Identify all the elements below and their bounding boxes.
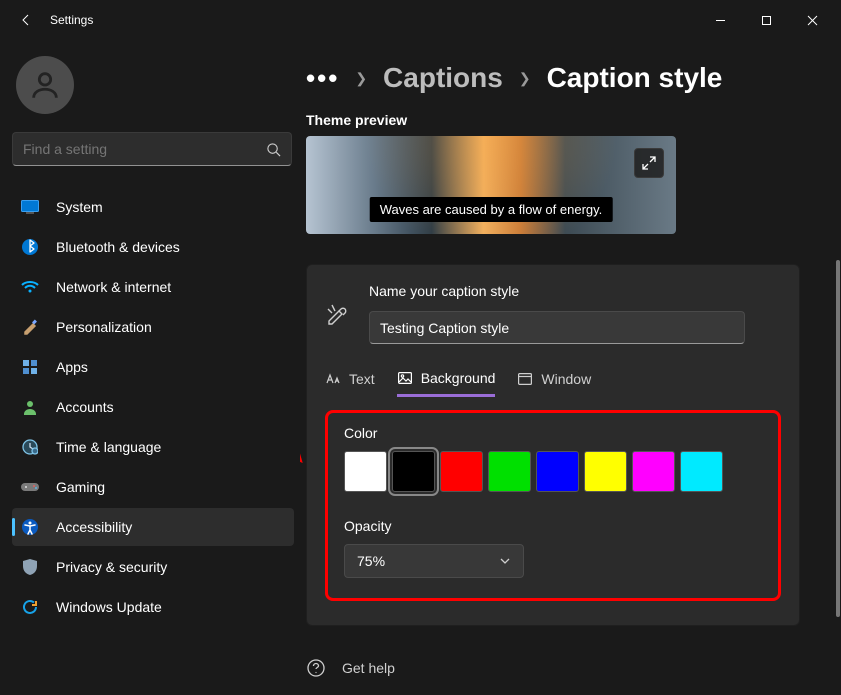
- opacity-select[interactable]: 75%: [344, 544, 524, 578]
- shield-icon: [20, 557, 40, 577]
- sidebar-item-gaming[interactable]: Gaming: [12, 468, 294, 506]
- search-box[interactable]: [12, 132, 292, 166]
- sidebar-item-label: Accounts: [56, 399, 114, 415]
- expand-icon: [642, 156, 656, 170]
- scrollbar[interactable]: [835, 260, 841, 685]
- breadcrumb-current: Caption style: [547, 62, 723, 94]
- background-settings-highlight: Color Opacity 75%: [325, 410, 781, 601]
- color-swatch-2[interactable]: [440, 451, 483, 492]
- back-button[interactable]: [6, 0, 46, 40]
- search-icon: [266, 142, 281, 157]
- sidebar-item-label: Accessibility: [56, 519, 132, 535]
- sidebar-item-label: Bluetooth & devices: [56, 239, 180, 255]
- caption-preview-text: Waves are caused by a flow of energy.: [370, 197, 613, 222]
- color-swatch-4[interactable]: [536, 451, 579, 492]
- user-avatar[interactable]: [16, 56, 74, 114]
- theme-preview: Waves are caused by a flow of energy.: [306, 136, 676, 234]
- sidebar-item-accessibility[interactable]: Accessibility: [12, 508, 294, 546]
- tab-background[interactable]: Background: [397, 370, 496, 397]
- breadcrumb-ellipsis[interactable]: •••: [306, 63, 339, 94]
- maximize-icon: [761, 15, 772, 26]
- person-icon: [20, 397, 40, 417]
- chevron-down-icon: [499, 555, 511, 567]
- sidebar-item-label: Network & internet: [56, 279, 171, 295]
- style-name-label: Name your caption style: [369, 283, 781, 299]
- close-icon: [807, 15, 818, 26]
- paint-swatch-icon: [325, 303, 349, 327]
- chevron-right-icon: ❯: [519, 70, 531, 87]
- tab-label: Window: [541, 371, 591, 387]
- sidebar-item-label: Gaming: [56, 479, 105, 495]
- style-name-input[interactable]: [369, 311, 745, 344]
- color-swatch-1[interactable]: [392, 451, 435, 492]
- bluetooth-icon: [20, 237, 40, 257]
- person-icon: [28, 68, 62, 102]
- opacity-value: 75%: [357, 553, 385, 569]
- sidebar-item-apps[interactable]: Apps: [12, 348, 294, 386]
- search-input[interactable]: [23, 141, 266, 157]
- tab-text[interactable]: Text: [325, 370, 375, 396]
- arrow-left-icon: [18, 12, 34, 28]
- clock-icon: [20, 437, 40, 457]
- text-icon: [325, 371, 341, 387]
- preview-label: Theme preview: [306, 112, 819, 128]
- sidebar-item-label: Apps: [56, 359, 88, 375]
- update-icon: [20, 597, 40, 617]
- breadcrumb-parent[interactable]: Captions: [383, 62, 503, 94]
- sidebar-item-label: Time & language: [56, 439, 161, 455]
- minimize-button[interactable]: [697, 4, 743, 36]
- sidebar-item-bluetooth[interactable]: Bluetooth & devices: [12, 228, 294, 266]
- fullscreen-button[interactable]: [634, 148, 664, 178]
- opacity-label: Opacity: [344, 518, 762, 534]
- close-button[interactable]: [789, 4, 835, 36]
- brush-icon: [20, 317, 40, 337]
- sidebar-item-label: System: [56, 199, 103, 215]
- sidebar-item-accounts[interactable]: Accounts: [12, 388, 294, 426]
- sidebar-item-network[interactable]: Network & internet: [12, 268, 294, 306]
- sidebar-item-personalization[interactable]: Personalization: [12, 308, 294, 346]
- sidebar-item-label: Privacy & security: [56, 559, 167, 575]
- chevron-right-icon: ❯: [355, 70, 367, 87]
- get-help-link[interactable]: Get help: [342, 660, 395, 676]
- maximize-button[interactable]: [743, 4, 789, 36]
- sidebar-item-privacy[interactable]: Privacy & security: [12, 548, 294, 586]
- color-swatch-5[interactable]: [584, 451, 627, 492]
- help-icon: [306, 658, 326, 678]
- image-icon: [397, 370, 413, 386]
- wifi-icon: [20, 277, 40, 297]
- color-swatch-6[interactable]: [632, 451, 675, 492]
- sidebar-item-label: Personalization: [56, 319, 152, 335]
- color-swatch-0[interactable]: [344, 451, 387, 492]
- minimize-icon: [715, 15, 726, 26]
- display-icon: [20, 197, 40, 217]
- sidebar-item-label: Windows Update: [56, 599, 162, 615]
- sidebar-item-time[interactable]: Time & language: [12, 428, 294, 466]
- tab-label: Background: [421, 370, 496, 386]
- tab-label: Text: [349, 371, 375, 387]
- sidebar-item-system[interactable]: System: [12, 188, 294, 226]
- window-icon: [517, 371, 533, 387]
- color-swatch-7[interactable]: [680, 451, 723, 492]
- gamepad-icon: [20, 477, 40, 497]
- breadcrumb: ••• ❯ Captions ❯ Caption style: [306, 62, 819, 94]
- color-label: Color: [344, 425, 762, 441]
- apps-icon: [20, 357, 40, 377]
- tab-window[interactable]: Window: [517, 370, 591, 396]
- window-title: Settings: [50, 13, 93, 27]
- color-swatch-3[interactable]: [488, 451, 531, 492]
- accessibility-icon: [20, 517, 40, 537]
- sidebar-item-update[interactable]: Windows Update: [12, 588, 294, 626]
